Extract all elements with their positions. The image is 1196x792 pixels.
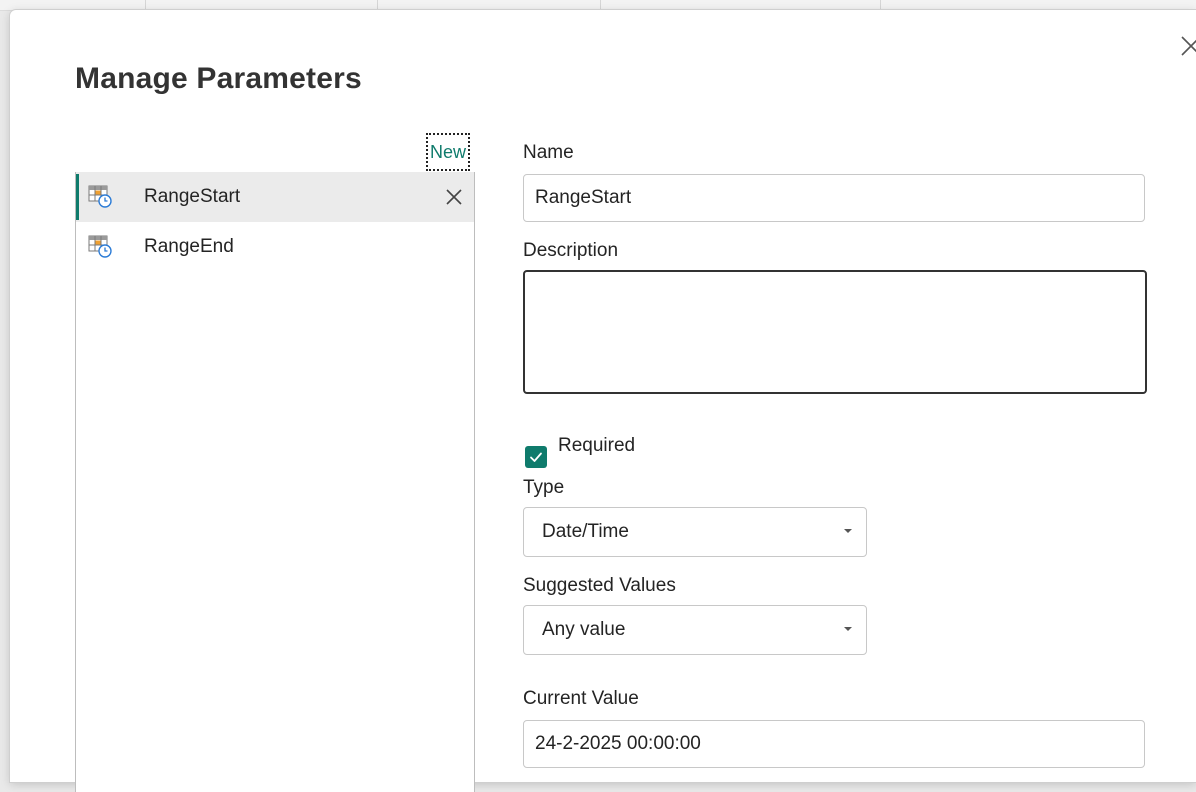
suggested-values-select-value: Any value [542,619,626,640]
description-textarea[interactable] [523,270,1147,394]
chevron-down-icon [844,627,852,631]
name-label: Name [523,142,574,163]
background-divider [600,0,601,10]
new-parameter-link[interactable]: New [426,133,470,171]
parameter-item-rangeend[interactable]: RangeEnd [76,222,474,272]
current-value-input[interactable]: 24-2-2025 00:00:00 [523,720,1145,768]
chevron-down-icon [844,529,852,533]
delete-x-icon[interactable] [442,185,466,209]
type-label: Type [523,477,565,498]
suggested-values-select[interactable]: Any value [523,605,867,655]
suggested-values-label: Suggested Values [523,575,676,596]
required-label[interactable]: Required [558,435,635,457]
current-value-label: Current Value [523,688,639,709]
close-button[interactable] [1170,25,1196,65]
description-label: Description [523,240,619,261]
manage-parameters-dialog: Manage Parameters New RangeStart RangeEn… [10,10,1196,792]
required-checkbox[interactable] [525,446,547,468]
background-divider [880,0,881,10]
parameter-label: RangeStart [144,186,241,207]
type-select[interactable]: Date/Time [523,507,867,557]
background-divider [145,0,146,10]
name-input[interactable]: RangeStart [523,174,1145,222]
table-clock-icon [88,185,112,208]
checkmark-icon [530,452,542,462]
parameter-label: RangeEnd [144,236,234,257]
dialog-title: Manage Parameters [75,62,362,95]
close-icon [1181,36,1196,56]
type-select-value: Date/Time [542,521,629,542]
parameter-list: RangeStart RangeEnd [75,172,475,792]
table-clock-icon [88,235,112,258]
parameter-item-rangestart[interactable]: RangeStart [76,172,474,222]
background-divider [377,0,378,10]
